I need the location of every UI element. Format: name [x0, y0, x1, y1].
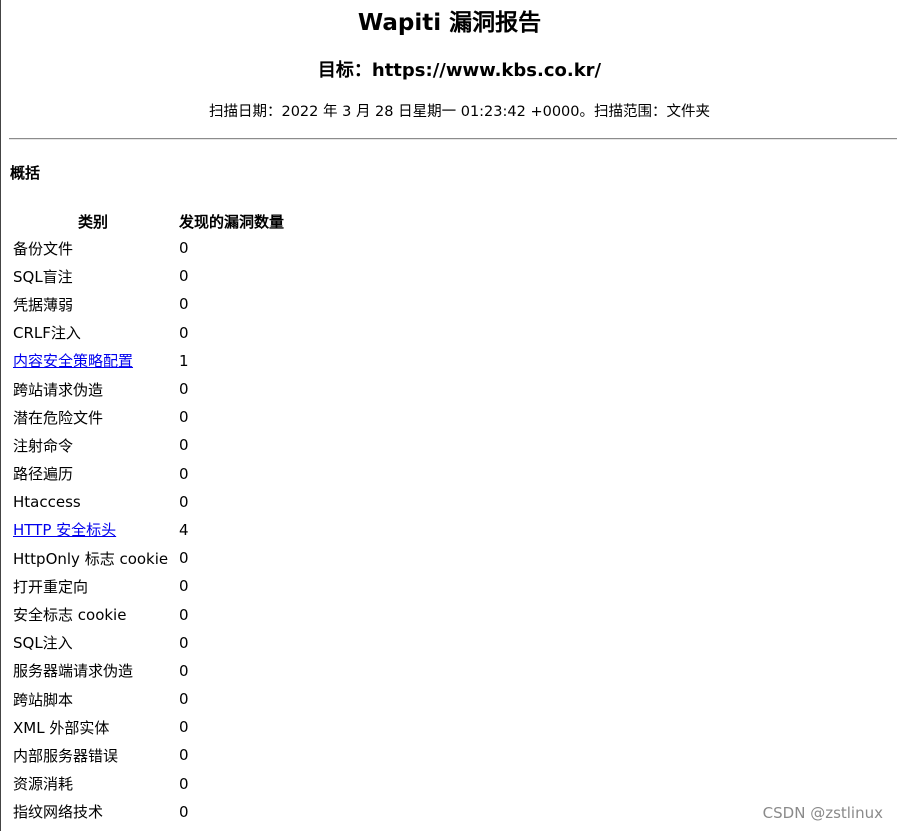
table-row: HTTP 安全标头 4: [10, 516, 287, 544]
summary-table-body: 备份文件 0 SQL盲注 0 凭据薄弱 0 CRLF注入 0 内容安全策略配置 1 跨站请求伪造 0 潜…: [10, 234, 287, 826]
category-cell: 跨站脚本: [10, 685, 176, 713]
category-label: 路径遍历: [13, 465, 74, 484]
vulnerability-count: 0: [179, 436, 189, 455]
category-label: 安全标志 cookie: [13, 606, 127, 625]
table-header-row: 类别 发现的漏洞数量: [10, 208, 287, 234]
summary-table: 类别 发现的漏洞数量 备份文件 0 SQL盲注 0 凭据薄弱 0 CRLF注入 0 内容安全策略…: [10, 208, 287, 826]
overview-heading: 概括: [10, 164, 41, 182]
vulnerability-count: 0: [179, 605, 189, 624]
table-row: 安全标志 cookie 0: [10, 600, 287, 628]
vulnerability-count: 4: [179, 520, 189, 539]
category-label: 内部服务器错误: [13, 746, 119, 765]
table-row: SQL盲注 0: [10, 262, 287, 290]
vulnerability-count: 0: [179, 492, 189, 511]
category-cell: HTTP 安全标头: [10, 516, 176, 544]
vulnerability-count: 0: [179, 239, 189, 258]
table-row: 资源消耗 0: [10, 770, 287, 798]
scan-info: 扫描日期：2022 年 3 月 28 日星期一 01:23:42 +0000。扫…: [208, 104, 710, 120]
category-cell: 内容安全策略配置: [10, 347, 176, 375]
category-label: 服务器端请求伪造: [13, 662, 134, 681]
table-row: 服务器端请求伪造 0: [10, 657, 287, 685]
table-row: Htaccess 0: [10, 488, 287, 516]
vulnerability-count: 0: [179, 746, 189, 765]
table-row: CRLF注入 0: [10, 319, 287, 347]
vulnerability-count: 0: [179, 295, 189, 314]
category-label: 凭据薄弱: [13, 295, 74, 314]
category-link[interactable]: 内容安全策略配置: [13, 352, 133, 370]
vulnerability-count: 0: [179, 661, 189, 680]
vulnerability-count: 0: [179, 774, 189, 793]
category-label: SQL盲注: [13, 267, 73, 286]
category-label: CRLF注入: [13, 324, 81, 343]
category-cell: 安全标志 cookie: [10, 600, 176, 628]
category-cell: 凭据薄弱: [10, 290, 176, 318]
category-cell: 打开重定向: [10, 572, 176, 600]
column-header-count: 发现的漏洞数量: [179, 212, 285, 231]
vulnerability-count: 0: [179, 690, 189, 709]
category-cell: 内部服务器错误: [10, 741, 176, 769]
category-cell: CRLF注入: [10, 319, 176, 347]
vulnerability-count: 0: [179, 633, 189, 652]
category-cell: 注射命令: [10, 431, 176, 459]
table-row: HttpOnly 标志 cookie 0: [10, 544, 287, 572]
category-label: HttpOnly 标志 cookie: [13, 549, 169, 568]
category-label: 打开重定向: [13, 577, 89, 596]
table-row: 指纹网络技术 0: [10, 798, 287, 826]
category-cell: SQL注入: [10, 629, 176, 657]
table-row: 注射命令 0: [10, 431, 287, 459]
category-cell: 路径遍历: [10, 460, 176, 488]
vulnerability-count: 0: [179, 380, 189, 399]
category-cell: SQL盲注: [10, 262, 176, 290]
divider: [9, 138, 897, 140]
category-cell: 服务器端请求伪造: [10, 657, 176, 685]
category-cell: 资源消耗: [10, 770, 176, 798]
column-header-category: 类别: [77, 212, 108, 231]
report-target: 目标：https://www.kbs.co.kr/: [317, 60, 602, 81]
category-label: 潜在危险文件: [13, 408, 104, 427]
vulnerability-count: 0: [179, 323, 189, 342]
table-row: 凭据薄弱 0: [10, 290, 287, 318]
report-title: Wapiti 漏洞报告: [357, 10, 542, 36]
table-row: SQL注入 0: [10, 629, 287, 657]
table-row: 路径遍历 0: [10, 460, 287, 488]
category-cell: 备份文件: [10, 234, 176, 262]
category-label: SQL注入: [13, 634, 73, 653]
category-label: Htaccess: [13, 492, 81, 511]
vulnerability-count: 0: [179, 549, 189, 568]
category-label: XML 外部实体: [13, 718, 110, 737]
table-row: XML 外部实体 0: [10, 713, 287, 741]
category-cell: HttpOnly 标志 cookie: [10, 544, 176, 572]
category-label: 备份文件: [13, 239, 74, 258]
category-label: 资源消耗: [13, 775, 74, 794]
category-label: 指纹网络技术: [13, 803, 104, 822]
table-row: 打开重定向 0: [10, 572, 287, 600]
category-cell: Htaccess: [10, 488, 176, 516]
category-label: 跨站脚本: [13, 690, 74, 709]
table-row: 内部服务器错误 0: [10, 741, 287, 769]
category-cell: 跨站请求伪造: [10, 375, 176, 403]
vulnerability-count: 1: [179, 351, 189, 370]
table-row: 跨站请求伪造 0: [10, 375, 287, 403]
vulnerability-count: 0: [179, 577, 189, 596]
vulnerability-count: 0: [179, 267, 189, 286]
category-label: 注射命令: [13, 436, 74, 455]
table-row: 备份文件 0: [10, 234, 287, 262]
category-link[interactable]: HTTP 安全标头: [13, 521, 116, 539]
vulnerability-count: 0: [179, 408, 189, 427]
table-row: 内容安全策略配置 1: [10, 347, 287, 375]
table-row: 潜在危险文件 0: [10, 403, 287, 431]
vulnerability-count: 0: [179, 718, 189, 737]
category-label: 跨站请求伪造: [13, 380, 104, 399]
watermark: CSDN @zstlinux: [762, 804, 883, 822]
category-cell: 指纹网络技术: [10, 798, 176, 826]
category-cell: XML 外部实体: [10, 713, 176, 741]
vulnerability-count: 0: [179, 802, 189, 821]
category-cell: 潜在危险文件: [10, 403, 176, 431]
vulnerability-count: 0: [179, 464, 189, 483]
table-row: 跨站脚本 0: [10, 685, 287, 713]
